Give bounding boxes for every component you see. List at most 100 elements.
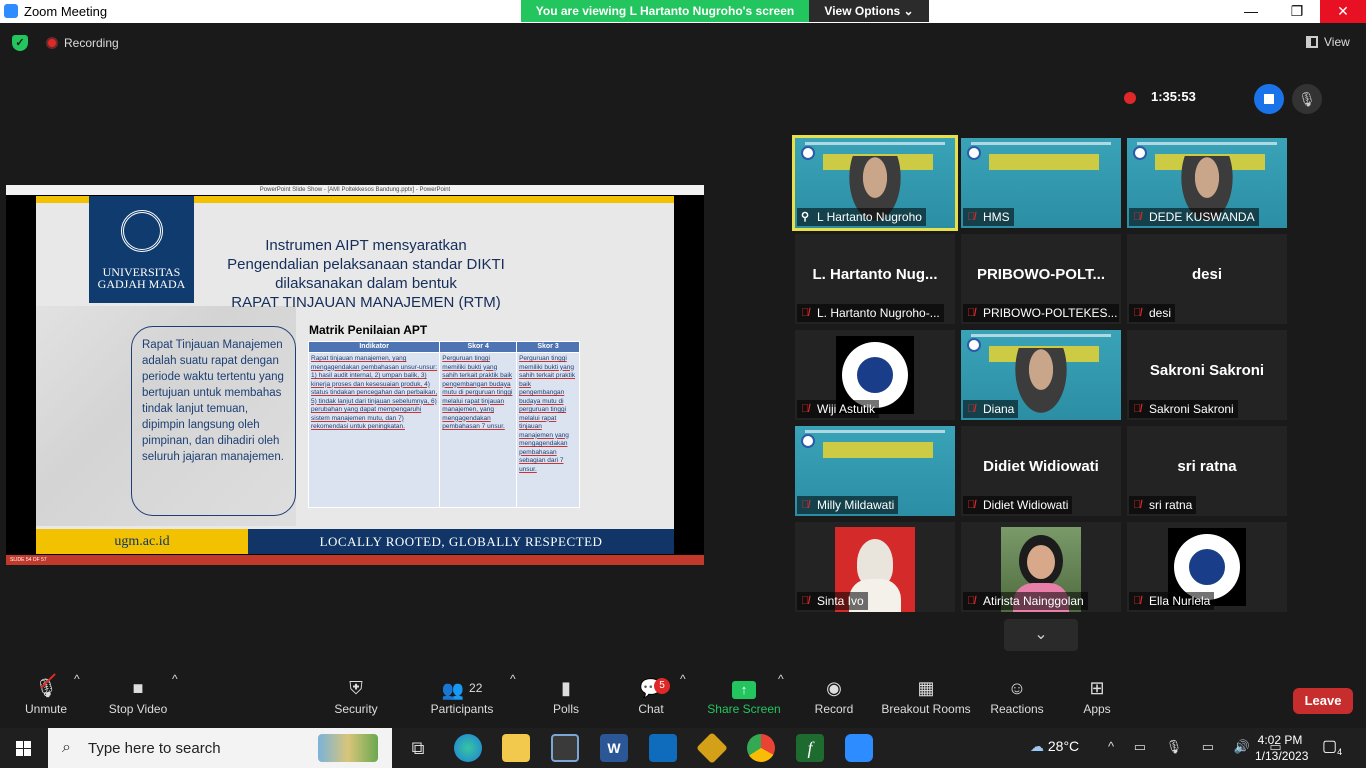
participant-tile[interactable]: desi 🎙̸ desi [1127,234,1287,324]
participant-tile[interactable]: PRIBOWO-POLT... 🎙̸ PRIBOWO-POLTEKES... [961,234,1121,324]
participant-tile[interactable]: 🎙̸ Wiji Astutik [795,330,955,420]
apps-label: Apps [1083,702,1111,716]
recording-label: Recording [64,36,119,50]
headline-line: Instrumen AIPT mensyaratkan [265,237,467,254]
participant-name-label: 🎙̸ sri ratna [1129,496,1197,514]
participant-name: Atirista Nainggolan [983,594,1084,608]
zoom-logo-icon [4,4,18,18]
video-options-caret[interactable]: ^ [172,672,178,728]
participants-button[interactable]: 👥 22 Participants [428,672,496,728]
record-icon: ◉ [826,678,842,698]
participant-tile[interactable]: Sakroni Sakroni 🎙̸ Sakroni Sakroni [1127,330,1287,420]
participant-tile[interactable]: sri ratna 🎙̸ sri ratna [1127,426,1287,516]
participant-name: PRIBOWO-POLTEKES... [983,306,1118,320]
close-button[interactable]: ✕ [1320,0,1366,23]
participant-tile[interactable]: 🎙̸ DEDE KUSWANDA [1127,138,1287,228]
participant-name: HMS [983,210,1010,224]
view-button[interactable]: View [1306,35,1350,49]
leave-button[interactable]: Leave [1293,688,1353,714]
gallery-next-page-button[interactable]: ⌄ [1004,619,1078,651]
viewing-banner: You are viewing L Hartanto Nugroho's scr… [521,0,929,22]
microsoft-store-icon[interactable] [551,734,579,762]
restore-button[interactable]: ❐ [1274,0,1320,23]
participant-name: L. Hartanto Nugroho-... [817,306,940,320]
apps-icon: ⊞ [1089,678,1105,698]
participant-name: Didiet Widiowati [983,498,1069,512]
participant-name: Milly Mildawati [817,498,895,512]
participant-display-name: Sakroni Sakroni [1149,362,1265,379]
chat-label: Chat [638,702,664,716]
participant-name: L Hartanto Nugroho [817,210,922,224]
shared-screen: PowerPoint Slide Show - [AMI Poltekkesos… [6,185,704,565]
share-screen-button[interactable]: ↑ Share Screen [706,672,782,728]
participant-name-label: 🎙̸ Atirista Nainggolan [963,592,1088,610]
minimize-button[interactable]: — [1228,0,1274,23]
chat-options-caret[interactable]: ^ [680,672,686,728]
muted-mic-icon: 🎙̸ [801,595,810,607]
window-title: Zoom Meeting [24,4,108,19]
mute-recording-button[interactable]: 🎙 [1292,84,1322,114]
table-cell: Perguruan tinggi memiliki bukti yang sah… [439,352,518,508]
participant-name: Sakroni Sakroni [1149,402,1234,416]
edge-browser-icon[interactable] [454,734,482,762]
task-view-icon[interactable]: ⧉ [404,734,432,762]
muted-microphone-icon: 🎙 [18,672,74,702]
weather-widget[interactable]: ☁ 28°C [1030,738,1079,755]
participant-tile[interactable]: 🎙̸ Diana [961,330,1121,420]
view-grid-icon [1306,36,1318,48]
participant-display-name: Didiet Widiowati [983,458,1099,475]
participant-tile[interactable]: 🎙̸ Ella Nurlela [1127,522,1287,612]
stop-video-button[interactable]: ■ Stop Video [106,672,170,728]
reactions-button[interactable]: ☺ Reactions [990,672,1044,728]
participant-name-label: 🎙̸ DEDE KUSWANDA [1129,208,1259,226]
breakout-rooms-label: Breakout Rooms [881,702,971,716]
cloud-icon: ☁ [1030,738,1044,754]
taskbar-search-box[interactable]: ⌕ Type here to search [48,728,392,768]
unmute-button[interactable]: 🎙 Unmute [18,672,74,728]
participant-tile[interactable]: 🎙̸ Sinta Ivo [795,522,955,612]
security-button[interactable]: ⛨ Security [332,672,380,728]
participant-tile[interactable]: Didiet Widiowati 🎙̸ Didiet Widiowati [961,426,1121,516]
record-button[interactable]: ◉ Record [812,672,856,728]
table-header: Indikator [307,341,441,353]
participant-name-label: 🎙̸ Wiji Astutik [797,400,880,418]
recording-indicator-icon [1124,92,1136,104]
shield-icon: ⛨ [349,678,363,698]
formula-app-icon[interactable]: f [796,734,824,762]
breakout-rooms-button[interactable]: ▦ Breakout Rooms [880,672,972,728]
chrome-icon[interactable] [747,734,775,762]
reactions-label: Reactions [990,702,1044,716]
notification-center-icon[interactable]: ▢4 [1322,736,1342,757]
polls-button[interactable]: ▮ Polls [546,672,586,728]
start-button[interactable] [0,728,48,768]
participant-tile[interactable]: 🎙̸ Milly Mildawati [795,426,955,516]
ugm-logo: UNIVERSITAS GADJAH MADA [89,196,194,303]
mail-icon[interactable] [649,734,677,762]
muted-mic-icon: 🎙̸ [801,307,810,319]
pencil-app-icon[interactable] [696,732,728,764]
share-options-caret[interactable]: ^ [778,672,784,728]
apps-button[interactable]: ⊞ Apps [1080,672,1114,728]
participant-tile[interactable]: 🎙̸ Atirista Nainggolan [961,522,1121,612]
muted-mic-icon: 🎙̸ [967,307,976,319]
weather-temp: 28°C [1047,738,1080,754]
presentation-slide: UNIVERSITAS GADJAH MADA Instrumen AIPT m… [36,196,674,554]
recording-dot-icon [46,37,58,49]
encryption-shield-icon[interactable]: ✓ [12,35,28,51]
participants-options-caret[interactable]: ^ [510,672,516,728]
audio-options-caret[interactable]: ^ [74,672,80,728]
participant-tile[interactable]: L. Hartanto Nug... 🎙̸ L. Hartanto Nugroho-… [795,234,955,324]
participant-tile[interactable]: ⚲ L Hartanto Nugroho [792,135,958,231]
view-options-button[interactable]: View Options ⌄ [809,0,929,22]
file-explorer-icon[interactable] [502,734,530,762]
stop-icon [1264,94,1274,104]
word-icon[interactable]: W [600,734,628,762]
breakout-rooms-icon: ▦ [917,678,935,698]
headline-line: RAPAT TINJAUAN MANAJEMEN (RTM) [231,294,501,311]
stop-recording-button[interactable] [1254,84,1284,114]
matrix-title: Matrik Penilaian APT [309,323,428,337]
taskbar-clock[interactable]: 4:02 PM 1/13/2023 [1255,732,1308,764]
participant-tile[interactable]: 🎙̸ HMS [961,138,1121,228]
zoom-taskbar-icon[interactable] [845,734,873,762]
participant-display-name: PRIBOWO-POLT... [976,266,1106,283]
